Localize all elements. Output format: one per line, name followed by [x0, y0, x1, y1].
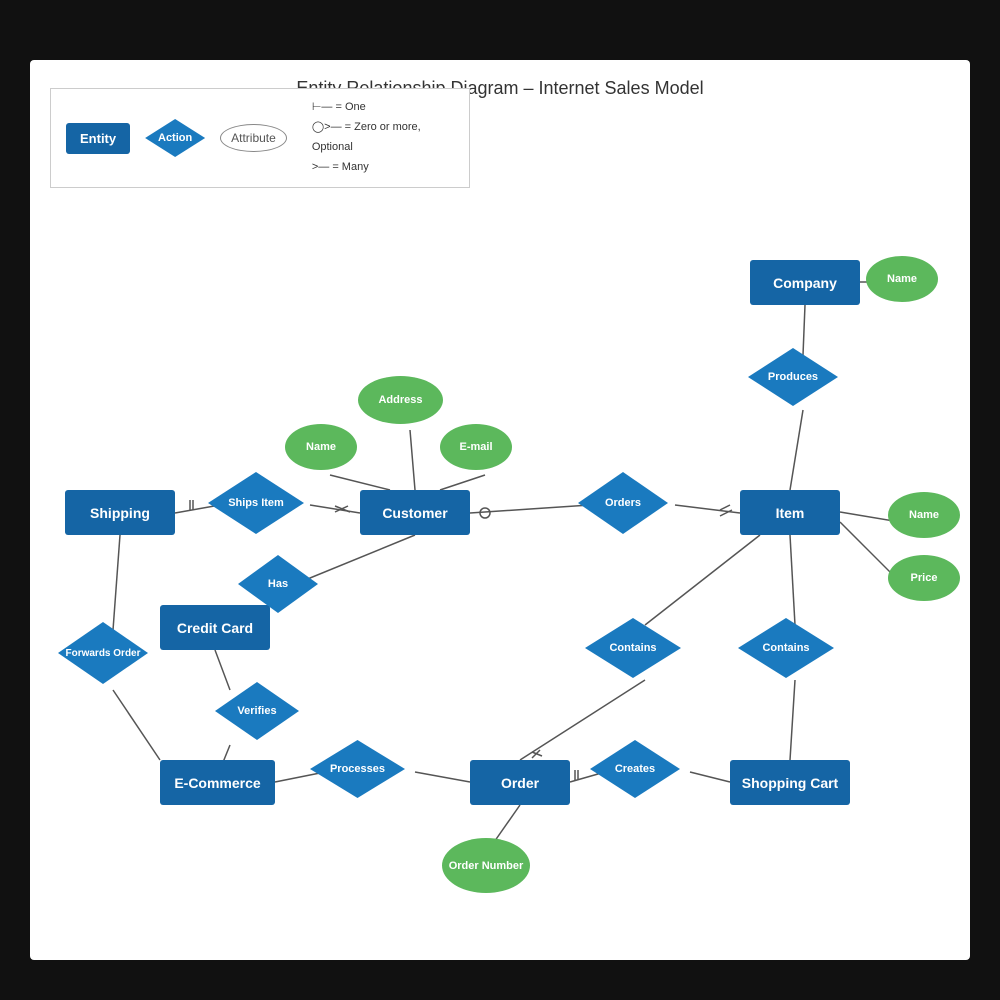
legend-attribute: Attribute [220, 124, 287, 152]
entity-ecommerce: E-Commerce [160, 760, 275, 805]
diamond-contains-order: Contains [585, 618, 681, 678]
attribute-email: E-mail [440, 424, 512, 470]
legend: Entity Action Attribute ⊢— = One ◯>— = Z… [50, 88, 470, 188]
entity-shopping-cart: Shopping Cart [730, 760, 850, 805]
entity-item: Item [740, 490, 840, 535]
attribute-name-company: Name [866, 256, 938, 302]
diamond-produces: Produces [748, 348, 838, 406]
diamond-has: Has [238, 555, 318, 613]
attribute-name-customer: Name [285, 424, 357, 470]
entity-company: Company [750, 260, 860, 305]
attribute-price: Price [888, 555, 960, 601]
attribute-order-number: Order Number [442, 838, 530, 893]
legend-text: ⊢— = One ◯>— = Zero or more, Optional >—… [312, 98, 454, 177]
diamond-contains-cart: Contains [738, 618, 834, 678]
entity-order: Order [470, 760, 570, 805]
entity-shipping: Shipping [65, 490, 175, 535]
diamond-processes: Processes [310, 740, 405, 798]
legend-entity: Entity [66, 123, 130, 154]
diamond-orders: Orders [578, 472, 668, 534]
entity-customer: Customer [360, 490, 470, 535]
attribute-address: Address [358, 376, 443, 424]
diamond-forwards-order: Forwards Order [58, 622, 148, 684]
canvas: Entity Relationship Diagram – Internet S… [0, 0, 1000, 1000]
diamond-creates: Creates [590, 740, 680, 798]
diamond-ships-item: Ships Item [208, 472, 304, 534]
legend-action: Action [145, 119, 205, 157]
attribute-name-item: Name [888, 492, 960, 538]
diagram-area: Entity Relationship Diagram – Internet S… [30, 60, 970, 960]
diamond-verifies: Verifies [215, 682, 299, 740]
